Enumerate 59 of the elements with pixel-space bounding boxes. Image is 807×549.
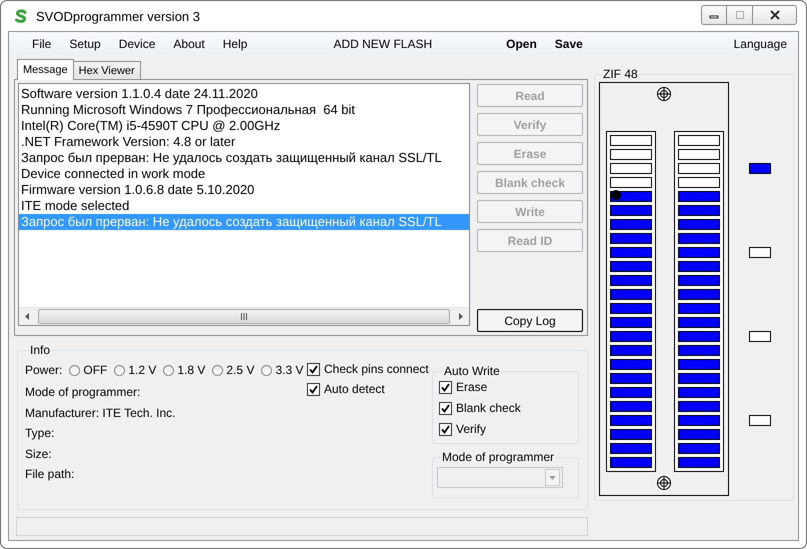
pin-one-dot xyxy=(611,190,621,200)
menu-item[interactable]: Language xyxy=(724,32,796,54)
radio-label: 1.8 V xyxy=(177,363,206,377)
log-line[interactable]: Запрос был прерван: Не удалось создать защищенный канал SSL/TL xyxy=(19,150,469,166)
menu-item[interactable]: About xyxy=(164,32,214,54)
log-line[interactable]: Device connected in work mode xyxy=(19,166,469,182)
tab[interactable]: Message xyxy=(17,59,74,80)
maximize-icon xyxy=(734,10,746,20)
tab[interactable]: Hex Viewer xyxy=(72,61,141,79)
checkbox-label: Blank check xyxy=(456,401,521,415)
info-label: Mode of programmer: xyxy=(25,384,142,401)
checkbox-label: Check pins connect xyxy=(324,362,429,376)
log-line[interactable]: Software version 1.1.0.4 date 24.11.2020 xyxy=(19,86,469,102)
group-title: Info xyxy=(29,343,52,357)
checkbox[interactable] xyxy=(307,382,320,396)
menu-item[interactable]: Save xyxy=(546,32,592,54)
info-label: Type: xyxy=(25,425,56,442)
scrollbar-thumb[interactable] xyxy=(38,309,450,324)
checkbox-label: Verify xyxy=(456,422,486,436)
info-label: Manufacturer: ITE Tech. Inc. xyxy=(25,404,177,422)
checkbox[interactable] xyxy=(439,380,452,394)
radio-button[interactable] xyxy=(114,364,126,376)
radio-label: OFF xyxy=(83,363,108,377)
radio-label: 2.5 V xyxy=(226,363,254,377)
menu-item[interactable]: Setup xyxy=(60,32,110,54)
log-line[interactable]: Intel(R) Core(TM) i5-4590T CPU @ 2.00GHz xyxy=(19,118,469,134)
group-title: ZIF 48 xyxy=(602,67,639,81)
menu-item[interactable]: Help xyxy=(214,32,256,54)
checkbox-label: Erase xyxy=(456,380,488,394)
log-line[interactable]: Running Microsoft Windows 7 Профессиональная 64 bit xyxy=(19,102,469,118)
power-label: Power: xyxy=(25,363,62,377)
app-logo-icon xyxy=(14,9,28,23)
log-line[interactable]: Firmware version 1.0.6.8 date 5.10.2020 xyxy=(19,182,469,198)
radio-label: 1.2 V xyxy=(128,363,156,377)
menu-item[interactable]: Device xyxy=(110,32,164,54)
info-label: File path: xyxy=(25,466,76,483)
radio-button[interactable] xyxy=(261,364,272,376)
menu-item[interactable]: Open xyxy=(497,32,546,54)
caret-icon xyxy=(549,476,556,480)
log-line[interactable]: ITE mode selected xyxy=(19,198,469,214)
group-title: Auto Write xyxy=(443,364,501,378)
radio-button[interactable] xyxy=(212,364,224,376)
checkbox[interactable] xyxy=(439,402,452,414)
minimize-button[interactable] xyxy=(701,5,727,25)
log-line[interactable]: .NET Framework Version: 4.8 or later xyxy=(19,134,469,150)
menu-item[interactable]: ADD NEW FLASH xyxy=(324,32,442,54)
radio-label: 3.3 V xyxy=(275,363,304,377)
radio-button[interactable] xyxy=(163,364,174,376)
window-title: SVODprogrammer version 3 xyxy=(36,8,200,24)
checkbox[interactable] xyxy=(307,362,320,376)
copy-log-button[interactable]: Copy Log xyxy=(477,309,583,332)
checkbox-label: Auto detect xyxy=(324,382,385,396)
close-button[interactable] xyxy=(753,5,797,25)
info-label: Size: xyxy=(25,446,53,462)
menu-item[interactable]: File xyxy=(23,32,60,54)
group-title: Mode of programmer xyxy=(441,450,556,464)
close-icon xyxy=(768,10,780,20)
checkbox[interactable] xyxy=(439,422,452,436)
radio-button[interactable] xyxy=(69,364,80,376)
